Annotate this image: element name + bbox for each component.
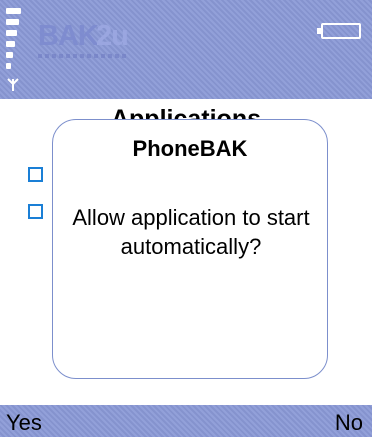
logo-tagline	[38, 54, 128, 58]
confirmation-dialog: PhoneBAK Allow application to start auto…	[52, 119, 328, 379]
application-checkbox[interactable]	[28, 167, 43, 182]
yes-softkey[interactable]: Yes	[6, 410, 42, 436]
app-logo: BAK 2u	[38, 16, 198, 66]
logo-text-2u: 2u	[96, 20, 129, 52]
signal-bar	[6, 63, 11, 69]
softkey-bar: Yes No	[0, 405, 372, 437]
signal-bar	[6, 52, 13, 58]
dialog-title: PhoneBAK	[132, 136, 248, 161]
signal-strength-icon	[6, 8, 22, 91]
no-softkey[interactable]: No	[335, 410, 363, 436]
signal-bar	[6, 19, 19, 25]
signal-bar	[6, 41, 15, 47]
status-bar: BAK 2u	[0, 0, 372, 99]
signal-bar	[6, 30, 17, 36]
dialog-message: Allow application to start automatically…	[72, 205, 310, 259]
battery-icon	[317, 23, 361, 39]
application-checkbox[interactable]	[28, 204, 43, 219]
signal-bar	[6, 8, 21, 14]
logo-text-bak: BAK	[38, 20, 99, 52]
antenna-icon	[7, 78, 19, 91]
